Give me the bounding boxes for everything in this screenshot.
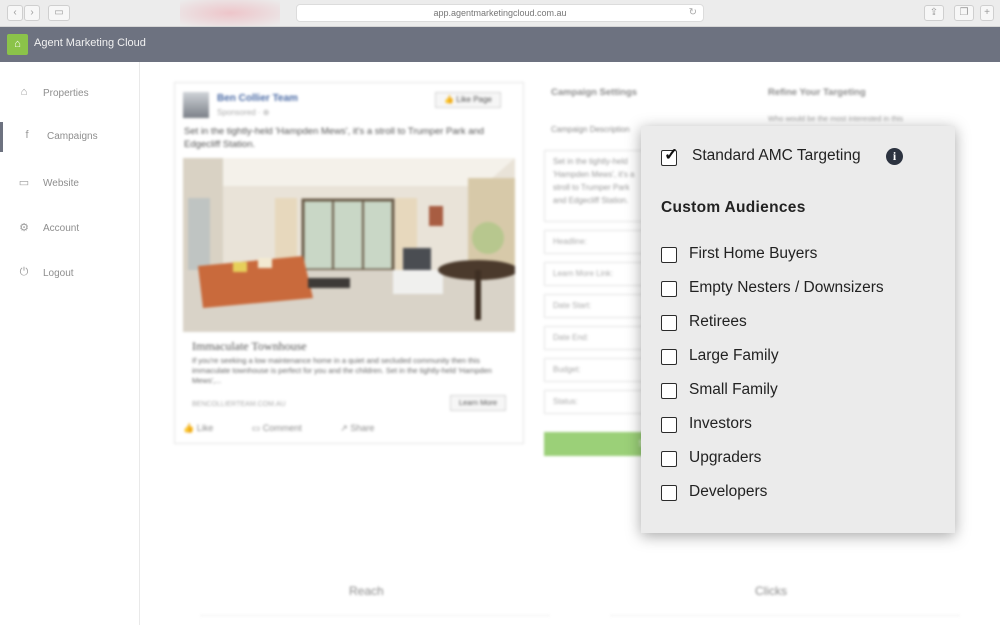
sidebar: ⌂ Properties f Campaigns ▭ Website ⚙ Acc… [0,62,140,625]
forward-button[interactable]: › [24,5,40,21]
app-header: ⌂ Agent Marketing Cloud [0,27,1000,62]
ad-text: Set in the tightly-held 'Hampden Mews', … [184,126,485,150]
home-icon: ⌂ [20,86,28,98]
audience-checkbox[interactable] [661,383,677,399]
audience-checkbox[interactable] [661,281,677,297]
sidebar-item-label: Logout [43,268,74,279]
like-page-button[interactable]: 👍 Like Page [435,92,501,108]
learn-more-link-field[interactable]: Learn More Link: [544,262,654,286]
reach-label: Reach [349,584,384,598]
share-icon[interactable]: ⇪ [924,5,944,21]
info-icon[interactable]: i [886,148,903,165]
clicks-chart-baseline [610,615,960,616]
clicks-label: Clicks [755,584,787,598]
ad-description: If you're seeking a low maintenance home… [192,356,492,385]
browser-toolbar: ‹ › ▭ app.agentmarketingcloud.com.au ↻ ⇪… [0,0,1000,27]
status-field[interactable]: Status: [544,390,654,414]
audience-label: First Home Buyers [689,245,818,262]
standard-targeting-label: Standard AMC Targeting [692,147,861,164]
learn-more-button[interactable]: Learn More [450,395,506,411]
checkmark-icon: ✓ [664,145,679,164]
gear-icon: ⚙ [19,222,29,234]
app-title: Agent Marketing Cloud [34,37,146,49]
ad-domain: BENCOLLIERTEAM.COM.AU [192,401,286,408]
sidebar-item-logout[interactable]: ⏻ Logout [0,262,140,286]
audience-checkbox[interactable] [661,485,677,501]
like-label: Like [196,423,214,433]
share-action[interactable]: ↗ Share [340,423,392,433]
campaign-description-label: Campaign Description [551,125,630,134]
audience-checkbox[interactable] [661,247,677,263]
custom-audiences-title: Custom Audiences [661,199,806,216]
monitor-icon: ▭ [18,177,30,189]
sidebar-item-label: Properties [43,88,89,99]
audience-label: Large Family [689,347,779,364]
sidebar-item-label: Account [43,223,80,234]
audience-checkbox[interactable] [661,349,677,365]
tabs-icon[interactable]: ❐ [954,5,974,21]
ad-headline: Immaculate Townhouse [192,339,307,353]
back-button[interactable]: ‹ [7,5,23,21]
sidebar-item-properties[interactable]: ⌂ Properties [0,82,140,106]
audience-checkbox[interactable] [661,451,677,467]
date-end-field[interactable]: Date End: [544,326,654,350]
audience-label: Retirees [689,313,747,330]
headline-field[interactable]: Headline: [544,230,654,254]
audience-label: Upgraders [689,449,762,466]
tab-highlight [180,0,280,26]
app-logo-icon[interactable]: ⌂ [7,34,28,55]
sidebar-toggle-icon[interactable]: ▭ [48,5,70,21]
page-name[interactable]: Ben Collier Team [217,93,298,104]
targeting-popup: ✓ Standard AMC Targeting i Custom Audien… [641,126,955,533]
power-icon: ⏻ [19,266,29,278]
sidebar-item-campaigns[interactable]: f Campaigns [0,122,140,152]
sponsored-label: Sponsored · ⊕ [217,108,270,117]
ad-actions: 👍 Like ▭ Comment ↗ Share [183,423,410,434]
like-page-label: Like Page [456,95,492,104]
date-start-field[interactable]: Date Start: [544,294,654,318]
budget-field[interactable]: Budget: [544,358,654,382]
add-tab-icon[interactable]: + [980,5,994,21]
reload-icon[interactable]: ↻ [689,5,697,21]
campaign-description-field[interactable]: Set in the tightly-held 'Hampden Mews', … [544,150,654,222]
audience-label: Investors [689,415,752,432]
sidebar-item-label: Campaigns [47,131,98,142]
address-bar[interactable]: app.agentmarketingcloud.com.au ↻ [296,4,704,22]
avatar [183,92,209,118]
share-label: Share [350,423,375,433]
sidebar-item-account[interactable]: ⚙ Account [0,217,140,241]
audience-checkbox[interactable] [661,315,677,331]
property-photo [183,158,515,332]
standard-targeting-checkbox[interactable]: ✓ [661,145,678,166]
url-text: app.agentmarketingcloud.com.au [433,8,567,18]
facebook-icon: f [25,129,29,141]
sidebar-item-label: Website [43,178,79,189]
comment-action[interactable]: ▭ Comment [252,423,320,433]
audience-label: Developers [689,483,768,500]
submit-button[interactable]: S [544,432,654,456]
comment-label: Comment [262,423,302,433]
ad-preview-card: Ben Collier Team Sponsored · ⊕ 👍 Like Pa… [174,82,524,444]
like-action[interactable]: 👍 Like [183,423,231,433]
reach-chart-baseline [200,615,550,616]
audience-label: Empty Nesters / Downsizers [689,279,884,296]
audience-checkbox[interactable] [661,417,677,433]
refine-targeting-subtitle: Who would be the most interested in this [768,114,904,123]
audience-label: Small Family [689,381,778,398]
campaign-settings-title: Campaign Settings [551,87,638,98]
sidebar-item-website[interactable]: ▭ Website [0,172,140,196]
refine-targeting-title: Refine Your Targeting [768,87,866,98]
